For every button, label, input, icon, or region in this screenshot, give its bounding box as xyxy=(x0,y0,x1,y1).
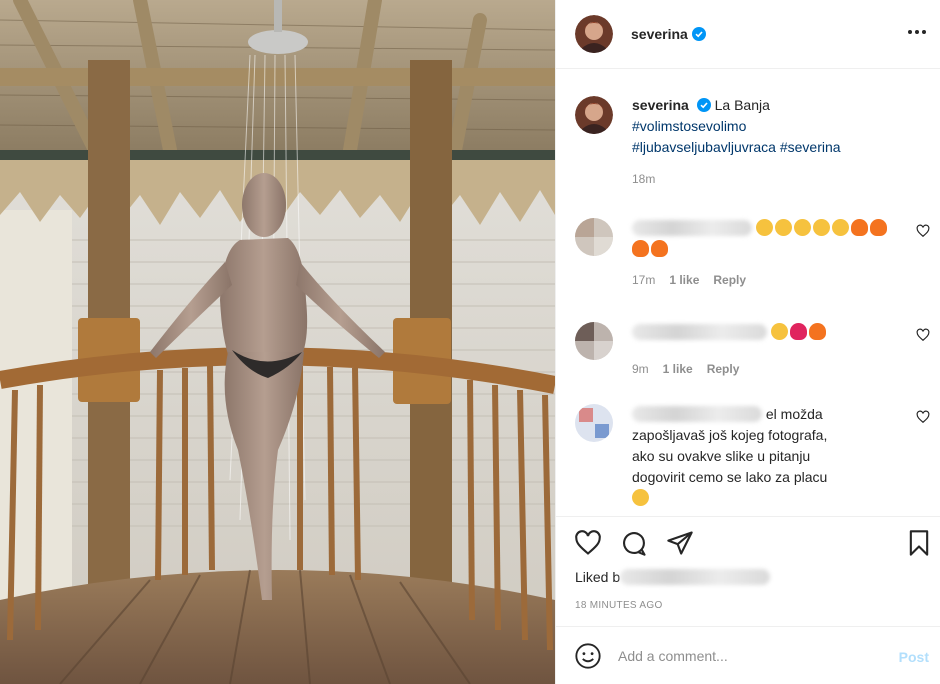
post-photo[interactable] xyxy=(0,0,555,684)
comment-item: el možda zapošljavaš još kojeg fotografa… xyxy=(575,404,930,509)
heart-icon[interactable] xyxy=(916,328,930,342)
fire-icon xyxy=(869,219,887,236)
comment-time[interactable]: 9m xyxy=(632,359,649,380)
header-username[interactable]: severina xyxy=(631,26,688,42)
post-caption: severina La Banja #volimstosevolimo #lju… xyxy=(575,95,925,190)
heart-icon[interactable] xyxy=(916,410,930,424)
share-icon[interactable] xyxy=(666,529,694,557)
post-panel: severina severina La Banja #volimstosevo… xyxy=(555,0,940,684)
comment-username-blurred xyxy=(632,324,767,340)
post-comment-button[interactable]: Post xyxy=(899,649,929,665)
caption-username[interactable]: severina xyxy=(632,97,689,113)
comment-emojis xyxy=(770,323,828,340)
rofl-icon xyxy=(632,489,649,506)
add-comment-bar: Post xyxy=(556,626,940,684)
more-options-icon[interactable] xyxy=(905,20,929,44)
hashtag-link[interactable]: #volimstosevolimo xyxy=(632,116,841,137)
caption-text: La Banja xyxy=(714,97,770,113)
liked-by-blurred xyxy=(620,569,771,585)
caption-avatar[interactable] xyxy=(575,96,613,134)
post-actions: Liked b 18 MINUTES AGO xyxy=(556,516,940,611)
comment-username-blurred xyxy=(632,220,752,236)
verified-badge-icon xyxy=(691,27,706,41)
fire-icon xyxy=(808,323,826,340)
liked-by[interactable]: Liked b xyxy=(575,569,771,585)
heart-icon[interactable] xyxy=(574,529,602,557)
post-header: severina xyxy=(556,0,940,69)
post-image xyxy=(0,0,555,684)
avatar[interactable] xyxy=(575,404,613,442)
bookmark-icon[interactable] xyxy=(905,529,933,557)
red-heart-icon xyxy=(789,323,807,340)
comment-item: 9m 1 like Reply xyxy=(575,322,930,380)
heart-eyes-icon xyxy=(812,219,830,236)
heart-eyes-icon xyxy=(774,219,792,236)
comment-text-line: ako su ovakve slike u pitanju xyxy=(632,448,811,464)
reply-button[interactable]: Reply xyxy=(707,359,740,380)
comment-text-line: dogovirit cemo se lako za placu xyxy=(632,469,828,485)
avatar[interactable] xyxy=(575,15,613,53)
comment-icon[interactable] xyxy=(620,529,648,557)
liked-by-prefix: Liked b xyxy=(575,569,621,585)
comment-item: 17m 1 like Reply xyxy=(575,218,930,291)
heart-eyes-icon xyxy=(770,323,788,340)
post-time-ago[interactable]: 18 MINUTES AGO xyxy=(575,600,663,611)
heart-eyes-icon xyxy=(793,219,811,236)
comment-text-line: el možda xyxy=(765,406,823,422)
comment-likes[interactable]: 1 like xyxy=(669,270,699,291)
heart-icon[interactable] xyxy=(916,224,930,238)
comment-input[interactable] xyxy=(618,647,868,664)
avatar[interactable] xyxy=(575,322,613,360)
fire-icon xyxy=(632,240,649,257)
fire-icon xyxy=(850,219,868,236)
heart-eyes-icon xyxy=(755,219,773,236)
hashtag-link[interactable]: #ljubavseljubavljuvraca #severina xyxy=(632,137,841,158)
comment-likes[interactable]: 1 like xyxy=(663,359,693,380)
fire-icon xyxy=(651,240,668,257)
caption-time[interactable]: 18m xyxy=(632,169,841,190)
comment-username-blurred xyxy=(632,406,762,422)
comment-text-line: zapošljavaš još kojeg fotografa, xyxy=(632,427,828,443)
comment-time[interactable]: 17m xyxy=(632,270,655,291)
reply-button[interactable]: Reply xyxy=(713,270,746,291)
avatar[interactable] xyxy=(575,218,613,256)
heart-eyes-icon xyxy=(831,219,849,236)
verified-badge-icon xyxy=(696,97,711,112)
smile-icon[interactable] xyxy=(574,642,602,670)
